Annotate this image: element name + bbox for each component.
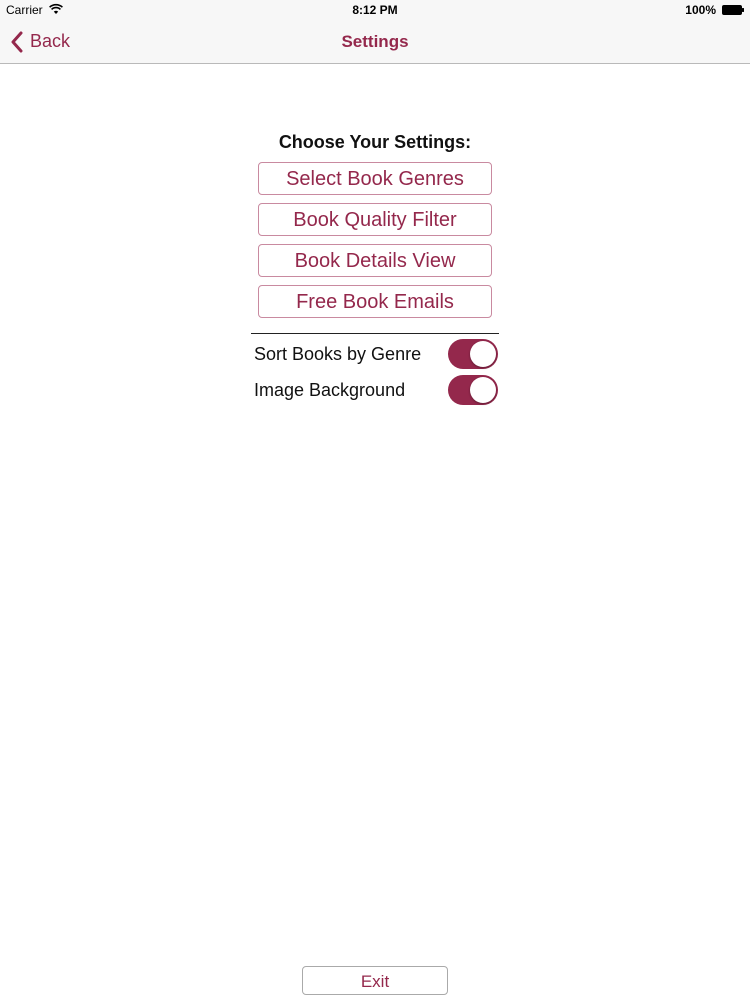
status-bar: Carrier 8:12 PM 100% (0, 0, 750, 20)
page-title: Settings (341, 32, 409, 51)
navigation-bar: Back Settings (0, 20, 750, 64)
image-background-label: Image Background (254, 380, 406, 400)
toggle-list: Sort Books by Genre Image Background (250, 336, 500, 408)
toggle-knob (470, 377, 496, 403)
battery-percent: 100% (685, 3, 716, 17)
image-background-toggle[interactable] (448, 375, 498, 405)
battery-icon (722, 5, 744, 15)
status-time: 8:12 PM (352, 3, 398, 17)
settings-heading: Choose Your Settings: (278, 132, 472, 152)
sort-by-genre-toggle[interactable] (448, 339, 498, 369)
select-book-genres-button[interactable]: Select Book Genres (258, 162, 492, 195)
toggle-knob (470, 341, 496, 367)
exit-button[interactable]: Exit (302, 966, 448, 995)
free-book-emails-button[interactable]: Free Book Emails (258, 285, 492, 318)
divider (251, 333, 499, 334)
sort-by-genre-label: Sort Books by Genre (254, 344, 422, 364)
toggle-row-image-background: Image Background (250, 372, 500, 408)
settings-panel: Choose Your Settings: Select Book Genres… (250, 128, 500, 408)
book-details-view-button[interactable]: Book Details View (258, 244, 492, 277)
toggle-row-sort-by-genre: Sort Books by Genre (250, 336, 500, 372)
book-quality-filter-button[interactable]: Book Quality Filter (258, 203, 492, 236)
